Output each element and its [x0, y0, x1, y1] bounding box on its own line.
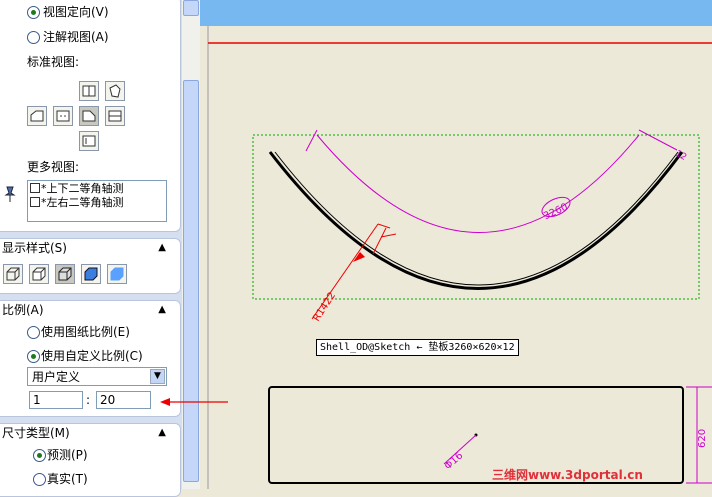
drawing-sheet: 3260 12 R1422 620 Φ16 — [200, 0, 712, 489]
diameter-dim-text: Φ16 — [443, 450, 466, 472]
arc-ext-line-right — [638, 129, 678, 151]
panel-scrollbar[interactable] — [182, 0, 200, 489]
standard-views-label: 标准视图: — [27, 55, 80, 69]
drawing-canvas[interactable]: 3260 12 R1422 620 Φ16 — [200, 0, 712, 489]
display-style-group: 显示样式(S) ▲ — [0, 238, 181, 294]
projected-radio[interactable] — [33, 449, 46, 462]
view-isometric-button[interactable] — [105, 81, 125, 101]
front-view-icon — [56, 110, 70, 122]
watermark: 三维网www.3dportal.cn — [492, 468, 643, 482]
dimension-type-group: 尺寸类型(M) ▲ 预测(P) 真实(T) — [0, 423, 181, 497]
scale-group: 比例(A) ▲ 使用图纸比例(E) 使用自定义比例(C) — [0, 300, 181, 417]
hidden-lines-removed-button[interactable] — [55, 264, 75, 284]
sheet-header-bar — [200, 0, 712, 26]
hidden-lines-removed-icon — [58, 267, 72, 281]
arc-length-dim-text: 3260 — [542, 202, 570, 223]
scale-denominator-input[interactable]: 20 — [96, 391, 151, 409]
display-style-header[interactable]: 显示样式(S) ▲ — [0, 239, 180, 257]
left-view-icon — [30, 110, 44, 122]
checkbox[interactable] — [30, 183, 40, 193]
more-views-list[interactable]: *上下二等角轴测 *左右二等角轴测 — [27, 180, 167, 222]
pin-icon[interactable] — [3, 185, 17, 203]
scale-colon: : — [86, 393, 91, 407]
dimension-type-header[interactable]: 尺寸类型(M) ▲ — [0, 424, 180, 442]
back-view-icon — [108, 110, 122, 122]
bottom-view-icon — [82, 135, 96, 147]
arc-ext-line-left — [305, 129, 318, 152]
radius-leader — [377, 223, 391, 229]
custom-scale-select[interactable]: 用户定义 ▼ — [27, 367, 167, 386]
view-left-button[interactable] — [27, 106, 47, 126]
use-custom-scale-radio[interactable] — [27, 350, 40, 363]
height-dim-text: 620 — [697, 429, 708, 448]
annotation-view-radio[interactable] — [27, 31, 40, 44]
shaded-with-edges-button[interactable] — [81, 264, 101, 284]
hidden-lines-visible-button[interactable] — [29, 264, 49, 284]
chevron-down-icon[interactable]: ▼ — [150, 369, 165, 384]
use-sheet-scale-radio[interactable] — [27, 326, 40, 339]
list-item[interactable]: *上下二等角轴测 — [30, 182, 124, 196]
collapse-arrow-icon[interactable]: ▲ — [158, 239, 166, 257]
shaded-button[interactable] — [107, 264, 127, 284]
view-bounding-box — [252, 134, 700, 300]
list-item[interactable]: *左右二等角轴测 — [30, 196, 124, 210]
view-back-button[interactable] — [105, 106, 125, 126]
view-front-button[interactable] — [53, 106, 73, 126]
view-top-button[interactable] — [79, 81, 99, 101]
arc-length-dim-line — [316, 134, 640, 233]
wireframe-icon — [6, 267, 20, 281]
property-manager-panel: 视图定向(V) 注解视图(A) 标准视图: 更多视图: *上下二等角轴测 *左右… — [0, 0, 182, 497]
scale-numerator-input[interactable]: 1 — [29, 391, 83, 409]
view-orientation-radio[interactable] — [27, 6, 40, 19]
collapse-arrow-icon[interactable]: ▲ — [158, 301, 166, 319]
checkbox[interactable] — [30, 197, 40, 207]
isometric-view-icon — [109, 84, 121, 98]
red-pointer-arrow — [160, 398, 228, 406]
radius-dim-text: R1422 — [311, 290, 338, 323]
top-view-icon — [82, 85, 96, 97]
hidden-lines-visible-icon — [32, 267, 46, 281]
scale-header[interactable]: 比例(A) ▲ — [0, 301, 180, 319]
collapse-arrow-icon[interactable]: ▲ — [158, 424, 166, 442]
right-view-icon — [82, 110, 96, 122]
shell-arc-inner — [274, 151, 679, 286]
sketch-callout[interactable]: Shell_OD@Sketch ← 垫板3260×620×12 — [316, 339, 519, 356]
true-radio[interactable] — [33, 473, 46, 486]
orientation-group: 视图定向(V) 注解视图(A) 标准视图: 更多视图: *上下二等角轴测 *左右… — [0, 0, 181, 232]
view-right-button[interactable] — [79, 106, 99, 126]
more-views-label: 更多视图: — [27, 160, 80, 174]
shell-arc-outer — [268, 151, 684, 290]
scroll-up-button[interactable] — [183, 0, 199, 16]
view-bottom-button[interactable] — [79, 131, 99, 151]
shaded-with-edges-icon — [84, 267, 98, 281]
scroll-thumb[interactable] — [183, 80, 199, 482]
shaded-icon — [110, 267, 124, 281]
radius-center-mark-a — [372, 227, 387, 255]
wireframe-button[interactable] — [3, 264, 23, 284]
